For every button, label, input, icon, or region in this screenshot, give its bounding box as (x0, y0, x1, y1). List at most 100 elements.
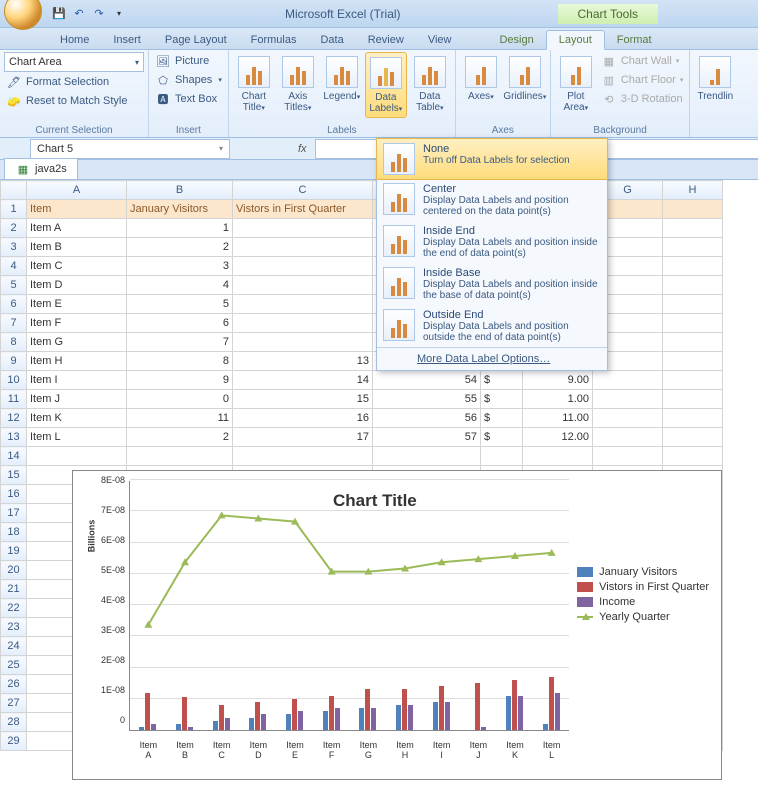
cell[interactable] (593, 371, 663, 390)
cell[interactable]: $ (481, 371, 523, 390)
cell[interactable] (663, 257, 723, 276)
row-header[interactable]: 29 (1, 732, 27, 751)
cell[interactable]: 9.00 (523, 371, 593, 390)
save-icon[interactable]: 💾 (50, 5, 68, 23)
cell[interactable]: 13 (233, 352, 373, 371)
row-header[interactable]: 11 (1, 390, 27, 409)
row-header[interactable]: 8 (1, 333, 27, 352)
row-header[interactable]: 18 (1, 523, 27, 542)
axis-titles-button[interactable]: Axis Titles▾ (277, 52, 319, 118)
tab-view[interactable]: View (416, 31, 464, 49)
cell[interactable] (663, 219, 723, 238)
cell[interactable]: 1 (127, 219, 233, 238)
format-selection-button[interactable]: 🖊Format Selection (4, 73, 111, 91)
name-box[interactable]: Chart 5 (30, 139, 230, 159)
cell[interactable]: $ (481, 409, 523, 428)
plot-area-button[interactable]: Plot Area▾ (555, 52, 597, 118)
cell[interactable] (233, 333, 373, 352)
tab-page-layout[interactable]: Page Layout (153, 31, 239, 49)
cell[interactable] (663, 314, 723, 333)
row-header[interactable]: 15 (1, 466, 27, 485)
cell[interactable]: 0 (127, 390, 233, 409)
cell[interactable]: 7 (127, 333, 233, 352)
cell[interactable]: 57 (373, 428, 481, 447)
cell[interactable]: 2 (127, 238, 233, 257)
row-header[interactable]: 20 (1, 561, 27, 580)
dropdown-item[interactable]: NoneTurn off Data Labels for selection (376, 138, 608, 180)
cell[interactable]: 4 (127, 276, 233, 295)
data-labels-button[interactable]: Data Labels▾ (365, 52, 407, 118)
tab-home[interactable]: Home (48, 31, 101, 49)
row-header[interactable]: 1 (1, 200, 27, 219)
office-button[interactable] (4, 0, 42, 30)
row-header[interactable]: 3 (1, 238, 27, 257)
cell[interactable]: 16 (233, 409, 373, 428)
redo-icon[interactable]: ↷ (90, 5, 108, 23)
row-header[interactable]: 14 (1, 447, 27, 466)
gridlines-button[interactable]: Gridlines▾ (504, 52, 546, 118)
cell[interactable]: Item B (27, 238, 127, 257)
dropdown-item[interactable]: Inside BaseDisplay Data Labels and posit… (377, 263, 607, 305)
row-header[interactable]: 5 (1, 276, 27, 295)
cell[interactable]: 11.00 (523, 409, 593, 428)
row-header[interactable]: 24 (1, 637, 27, 656)
cell[interactable]: Item (27, 200, 127, 219)
row-header[interactable]: 6 (1, 295, 27, 314)
cell[interactable]: Item C (27, 257, 127, 276)
reset-to-match-style-button[interactable]: 🧽Reset to Match Style (4, 92, 130, 110)
cell[interactable]: 55 (373, 390, 481, 409)
cell[interactable] (663, 409, 723, 428)
cell[interactable]: Item E (27, 295, 127, 314)
row-header[interactable]: 2 (1, 219, 27, 238)
workbook-tab[interactable]: ▦java2s (4, 158, 78, 179)
tab-format[interactable]: Format (605, 31, 664, 49)
cell[interactable]: 2 (127, 428, 233, 447)
insert-picture-button[interactable]: 🖼Picture (153, 52, 211, 70)
row-header[interactable]: 17 (1, 504, 27, 523)
plot-area[interactable]: ItemAItemBItemCItemDItemEItemFItemGItemH… (129, 481, 569, 731)
tab-review[interactable]: Review (356, 31, 416, 49)
3d-rotation-button[interactable]: ⟲3-D Rotation (599, 90, 686, 108)
cell[interactable]: 8 (127, 352, 233, 371)
cell[interactable]: Item G (27, 333, 127, 352)
cell[interactable]: 56 (373, 409, 481, 428)
cell[interactable]: 15 (233, 390, 373, 409)
cell[interactable]: Item H (27, 352, 127, 371)
cell[interactable]: 12.00 (523, 428, 593, 447)
cell[interactable] (593, 390, 663, 409)
cell[interactable] (663, 371, 723, 390)
cell[interactable]: Item I (27, 371, 127, 390)
row-header[interactable]: 23 (1, 618, 27, 637)
chart-wall-button[interactable]: ▦Chart Wall▾ (599, 52, 686, 70)
cell[interactable]: 54 (373, 371, 481, 390)
cell[interactable]: 11 (127, 409, 233, 428)
cell[interactable] (233, 238, 373, 257)
cell[interactable]: Vistors in First Quarter (233, 200, 373, 219)
insert-textbox-button[interactable]: 🅰Text Box (153, 90, 219, 108)
column-header[interactable]: A (27, 181, 127, 200)
row-header[interactable]: 22 (1, 599, 27, 618)
tab-design[interactable]: Design (487, 31, 545, 49)
qat-customize-icon[interactable]: ▾ (110, 5, 128, 23)
cell[interactable]: $ (481, 390, 523, 409)
column-header[interactable]: B (127, 181, 233, 200)
row-header[interactable]: 16 (1, 485, 27, 504)
cell[interactable] (663, 390, 723, 409)
cell[interactable] (663, 352, 723, 371)
chart-title-button[interactable]: Chart Title▾ (233, 52, 275, 118)
cell[interactable] (233, 219, 373, 238)
cell[interactable]: 17 (233, 428, 373, 447)
insert-shapes-button[interactable]: ⬠Shapes▾ (153, 71, 224, 89)
cell[interactable]: $ (481, 428, 523, 447)
row-header[interactable]: 26 (1, 675, 27, 694)
more-data-label-options[interactable]: More Data Label Options… (377, 347, 607, 370)
row-header[interactable]: 7 (1, 314, 27, 333)
row-header[interactable]: 27 (1, 694, 27, 713)
cell[interactable]: 9 (127, 371, 233, 390)
cell[interactable] (593, 428, 663, 447)
cell[interactable]: Item A (27, 219, 127, 238)
row-header[interactable]: 9 (1, 352, 27, 371)
cell[interactable]: Item D (27, 276, 127, 295)
row-header[interactable]: 12 (1, 409, 27, 428)
fx-icon[interactable]: fx (298, 143, 307, 155)
